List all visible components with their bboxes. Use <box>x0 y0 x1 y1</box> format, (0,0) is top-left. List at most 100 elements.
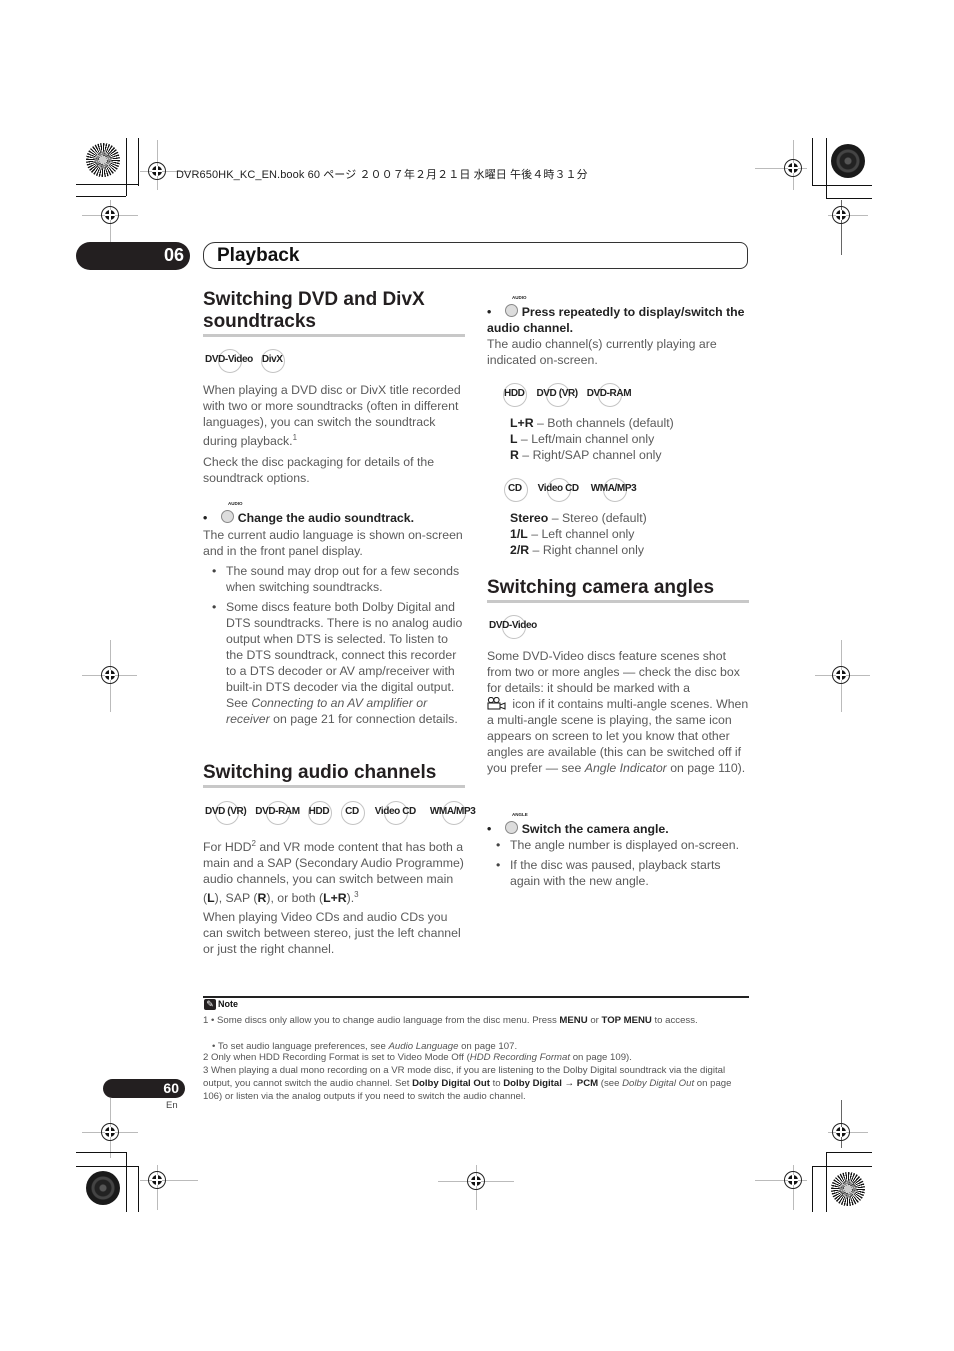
option-row: 2/R – Right channel only <box>510 543 644 557</box>
list-item: If the disc was paused, playback starts … <box>496 857 752 889</box>
command-description: The audio channel(s) currently playing a… <box>487 337 717 367</box>
command-switch-camera-angle: • Switch the camera angle. <box>487 821 752 837</box>
crop-mark <box>126 1152 127 1212</box>
paragraph: For HDD2 and VR mode content that has bo… <box>203 839 464 906</box>
registration-mark-icon <box>467 1172 485 1190</box>
badge-dvd-ram: DVD-RAM <box>255 800 300 825</box>
badge-hdd: HDD <box>307 800 333 825</box>
registration-mark-icon <box>101 206 119 224</box>
color-bar-target-icon <box>831 144 865 178</box>
audio-button-icon <box>221 510 235 523</box>
crop-mark <box>812 1166 872 1167</box>
option-row: L+R – Both channels (default) <box>510 416 674 430</box>
crop-mark <box>126 138 127 196</box>
notes-list: The angle number is displayed on-screen.… <box>496 837 752 893</box>
paragraph: When playing Video CDs and audio CDs you… <box>203 910 461 956</box>
chapter-number-tab: 06 <box>76 242 190 270</box>
registration-mark-icon <box>832 1123 850 1141</box>
section-rule <box>203 785 465 788</box>
crop-mark <box>812 138 813 186</box>
cross-reference-link[interactable]: Dolby Digital Out <box>622 1078 694 1089</box>
print-header: DVR650HK_KC_EN.book 60 ページ ２００７年２月２１日 水曜… <box>176 169 588 181</box>
cross-reference-link[interactable]: Angle Indicator <box>585 761 667 775</box>
badge-cd: CD <box>341 800 365 825</box>
crop-mark <box>812 185 872 186</box>
crop-mark <box>826 198 872 199</box>
note-divider <box>203 996 749 998</box>
chapter-number: 06 <box>163 245 184 265</box>
crop-mark <box>138 1166 139 1212</box>
badge-dvd-video: DVD-Video <box>489 614 537 639</box>
badge-wma-mp3: WMA/MP3 <box>429 800 476 825</box>
footnote-ref[interactable]: 3 <box>354 890 358 899</box>
color-bar-target-icon <box>831 1172 865 1206</box>
angle-button-label: ANGLE <box>512 812 528 817</box>
color-bar-target-icon <box>86 1171 120 1205</box>
paragraph: Some DVD-Video discs feature scenes shot… <box>487 649 749 775</box>
command-text: Change the audio soundtrack. <box>237 511 415 525</box>
disc-type-badges: DVD-Video DivX <box>205 348 292 373</box>
command-text: Switch the camera angle. <box>521 822 669 836</box>
option-row: R – Right/SAP channel only <box>510 448 662 462</box>
command-text: Press repeatedly to display/switch the a… <box>487 305 745 335</box>
chapter-title-bar: Playback <box>203 242 748 269</box>
list-item: Some discs feature both Dolby Digital an… <box>212 599 468 727</box>
registration-mark-icon <box>832 666 850 684</box>
crop-mark <box>812 1166 813 1212</box>
badge-video-cd: Video CD <box>537 477 579 502</box>
registration-mark-icon <box>832 206 850 224</box>
registration-mark-icon <box>101 1123 119 1141</box>
text: When playing a DVD disc or DivX title re… <box>203 383 461 449</box>
notes-list: The sound may drop out for a few seconds… <box>212 563 468 731</box>
audio-button-icon <box>505 304 519 317</box>
list-item: The sound may drop out for a few seconds… <box>212 563 468 595</box>
audio-button-label: AUDIO <box>228 501 243 506</box>
color-bar-target-icon <box>86 143 120 177</box>
footnote-ref[interactable]: 1 <box>293 433 297 442</box>
registration-mark-icon <box>148 1171 166 1189</box>
title-line: soundtracks <box>203 311 316 332</box>
badge-wma-mp3: WMA/MP3 <box>590 477 637 502</box>
paragraph: When playing a DVD disc or DivX title re… <box>203 382 465 449</box>
page-language: En <box>166 1100 178 1111</box>
registration-mark-icon <box>148 162 166 180</box>
badge-video-cd: Video CD <box>374 800 416 825</box>
multi-angle-icon <box>487 696 507 710</box>
badge-dvd-ram: DVD-RAM <box>586 382 632 407</box>
crop-mark <box>826 1152 872 1153</box>
audio-button-label: AUDIO <box>512 295 527 300</box>
disc-type-badges: HDD DVD (VR) DVD-RAM <box>503 382 640 407</box>
badge-hdd: HDD <box>503 382 528 407</box>
crop-mark <box>76 196 126 197</box>
option-row: L – Left/main channel only <box>510 432 655 446</box>
title-line: Switching DVD and DivX <box>203 289 425 310</box>
cross-reference-link[interactable]: HDD Recording Format <box>470 1052 570 1063</box>
list-item: The angle number is displayed on-screen. <box>496 837 752 853</box>
page-number: 60 <box>163 1080 179 1096</box>
page-number-tab: 60 <box>103 1079 185 1098</box>
section-rule <box>203 334 465 337</box>
footnote-2: 2 Only when HDD Recording Format is set … <box>203 1052 632 1063</box>
registration-mark-icon <box>101 666 119 684</box>
bullet: • <box>487 822 492 836</box>
badge-dvd-video: DVD-Video <box>205 348 253 373</box>
badge-cd: CD <box>503 477 528 502</box>
bullet: • <box>203 511 208 525</box>
crop-mark <box>138 138 139 186</box>
crop-mark <box>76 1166 138 1167</box>
crop-mark <box>76 184 138 185</box>
option-row: 1/L – Left channel only <box>510 527 635 541</box>
footnote-3: 3 When playing a dual mono recording on … <box>203 1065 732 1102</box>
command-switch-audio-channel: • Press repeatedly to display/switch the… <box>487 304 752 336</box>
badge-dvd-vr: DVD (VR) <box>536 382 578 407</box>
disc-type-badges: DVD-Video <box>489 614 546 639</box>
command-description: The current audio language is shown on-s… <box>203 528 463 558</box>
footnote-1: 1 • Some discs only allow you to change … <box>203 1015 698 1026</box>
channel-options-list: Stereo – Stereo (default) 1/L – Left cha… <box>510 510 750 558</box>
disc-type-badges: CD Video CD WMA/MP3 <box>503 477 645 502</box>
registration-mark-icon <box>784 159 802 177</box>
option-row: Stereo – Stereo (default) <box>510 511 647 525</box>
crop-mark <box>76 1152 126 1153</box>
chapter-title: Playback <box>217 245 300 266</box>
disc-type-badges: DVD (VR) DVD-RAM HDD CD Video CD WMA/MP3 <box>205 800 484 825</box>
